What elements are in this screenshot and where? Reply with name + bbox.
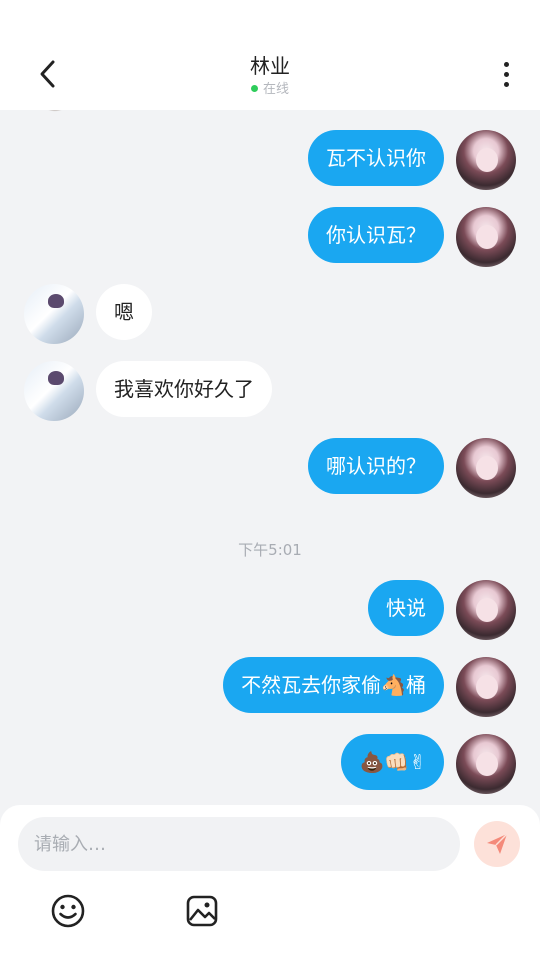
message-list[interactable]: 瓦不认识你 你认识瓦？ 嗯 我喜欢你好久了 哪认识的？ 下午5:01 快说 不然… <box>0 110 540 805</box>
chat-header: 林业 在线 <box>0 0 540 110</box>
online-dot-icon <box>250 85 258 92</box>
emoji-button[interactable] <box>48 891 88 931</box>
my-avatar[interactable] <box>456 657 516 717</box>
dot-icon <box>503 71 509 77</box>
send-button[interactable] <box>474 821 520 867</box>
contact-avatar[interactable] <box>24 361 84 421</box>
online-status: 在线 <box>0 78 540 97</box>
message-bubble-received[interactable]: 我喜欢你好久了 <box>96 361 272 417</box>
contact-name: 林业 <box>250 54 290 78</box>
my-avatar[interactable] <box>456 130 516 190</box>
message-timestamp: 下午5:01 <box>238 541 302 559</box>
avatar <box>38 110 72 114</box>
my-avatar[interactable] <box>456 580 516 640</box>
message-bubble-received[interactable]: 嗯 <box>96 284 152 340</box>
dot-icon <box>503 61 509 67</box>
contact-avatar[interactable] <box>24 284 84 344</box>
my-avatar[interactable] <box>456 438 516 498</box>
message-bubble-sent[interactable]: 不然瓦去你家偷🐴桶 <box>223 657 444 713</box>
image-button[interactable] <box>182 891 222 931</box>
my-avatar[interactable] <box>456 734 516 794</box>
paper-plane-icon <box>487 833 508 854</box>
image-icon <box>186 895 218 927</box>
more-options-button[interactable] <box>492 56 520 92</box>
composer-panel <box>0 805 540 960</box>
message-input[interactable] <box>18 817 460 871</box>
message-bubble-sent[interactable]: 瓦不认识你 <box>308 130 444 186</box>
online-status-label: 在线 <box>262 82 289 97</box>
dot-icon <box>503 81 509 87</box>
my-avatar[interactable] <box>456 207 516 267</box>
message-bubble-sent[interactable]: 哪认识的？ <box>308 438 444 494</box>
smiley-icon <box>51 894 85 928</box>
message-bubble-sent[interactable]: 快说 <box>368 580 444 636</box>
message-bubble-sent[interactable]: 你认识瓦？ <box>308 207 444 263</box>
message-bubble-sent[interactable]: 💩👊🏻✌ <box>341 734 444 790</box>
